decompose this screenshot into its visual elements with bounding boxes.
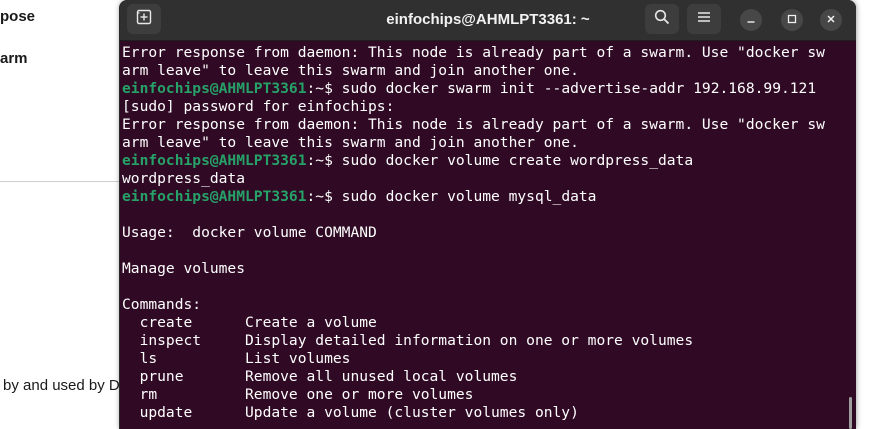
hamburger-menu-icon <box>697 10 711 28</box>
output-line: arm leave" to leave this swarm and join … <box>122 62 579 79</box>
output-line: prune Remove all unused local volumes <box>122 368 518 385</box>
output-line: [sudo] password for einfochips: <box>122 98 395 115</box>
maximize-button[interactable] <box>781 9 803 31</box>
search-icon <box>654 9 670 30</box>
bg-divider <box>0 181 122 182</box>
prompt-path: :~$ <box>306 188 342 205</box>
prompt-user: einfochips@AHMLPT3361 <box>122 80 307 97</box>
bg-footer-text: by and used by D <box>3 377 120 394</box>
output-line: inspect Display detailed information on … <box>122 332 694 349</box>
prompt-line: einfochips@AHMLPT3361:~$ sudo docker vol… <box>122 152 848 170</box>
command-text: sudo docker volume mysql_data <box>341 188 597 205</box>
output-line: create Create a volume <box>122 314 377 331</box>
maximize-icon <box>787 11 797 29</box>
minimize-icon <box>746 11 756 29</box>
prompt-path: :~$ <box>306 80 342 97</box>
terminal-window[interactable]: einfochips@AHMLPT3361: ~ Error response … <box>120 0 856 429</box>
close-icon <box>826 11 836 29</box>
scrollbar[interactable] <box>849 397 852 429</box>
output-line: arm leave" to leave this swarm and join … <box>122 134 579 151</box>
output-line: wordpress_data <box>122 170 246 187</box>
prompt-user: einfochips@AHMLPT3361 <box>122 152 307 169</box>
new-tab-button[interactable] <box>127 4 161 34</box>
bg-heading-1: pose <box>0 8 36 25</box>
close-button[interactable] <box>820 9 842 31</box>
command-text: sudo docker volume create wordpress_data <box>341 152 694 169</box>
new-tab-icon <box>136 9 152 30</box>
prompt-user: einfochips@AHMLPT3361 <box>122 188 307 205</box>
output-line: Manage volumes <box>122 260 246 277</box>
output-line: rm Remove one or more volumes <box>122 386 474 403</box>
menu-button[interactable] <box>687 4 721 34</box>
prompt-line: einfochips@AHMLPT3361:~$ sudo docker swa… <box>122 80 848 98</box>
output-line: Usage: docker volume COMMAND <box>122 224 377 241</box>
command-text: sudo docker swarm init --advertise-addr … <box>341 80 817 97</box>
output-line: Commands: <box>122 296 202 313</box>
output-line: Error response from daemon: This node is… <box>122 44 825 61</box>
minimize-button[interactable] <box>740 9 762 31</box>
output-line: update Update a volume (cluster volumes … <box>122 404 579 421</box>
prompt-path: :~$ <box>306 152 342 169</box>
title-bar[interactable]: einfochips@AHMLPT3361: ~ <box>120 0 856 41</box>
search-button[interactable] <box>645 4 679 34</box>
output-line: ls List volumes <box>122 350 351 367</box>
output-line: Error response from daemon: This node is… <box>122 116 825 133</box>
bg-heading-2: arm <box>0 50 28 67</box>
terminal-output[interactable]: Error response from daemon: This node is… <box>122 44 848 429</box>
prompt-line: einfochips@AHMLPT3361:~$ sudo docker vol… <box>122 188 848 206</box>
